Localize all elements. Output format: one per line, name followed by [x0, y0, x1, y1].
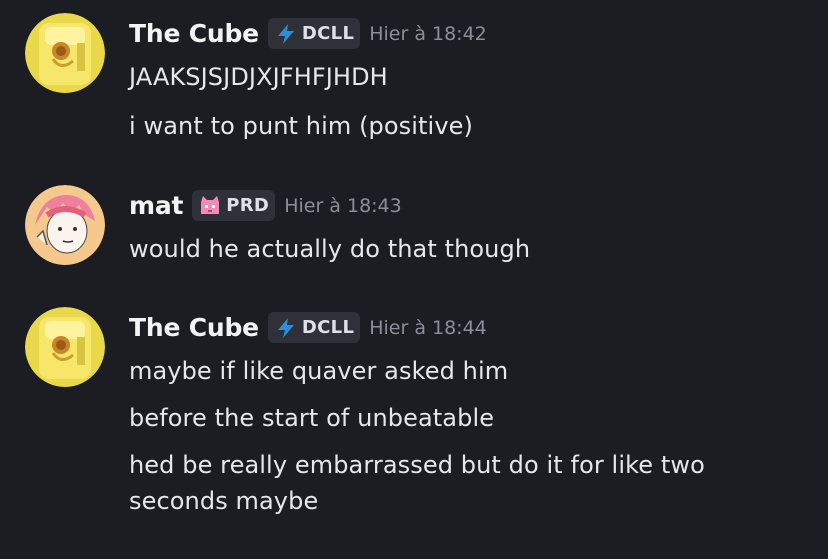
message-header: The Cube DCLL Hier à 18:42: [129, 18, 487, 49]
chat-message-list: The Cube DCLL Hier à 18:42 JAAKSJSJDJXJF…: [0, 0, 828, 559]
cube-avatar-icon: [25, 13, 105, 93]
username[interactable]: mat: [129, 191, 183, 220]
message-header: The Cube DCLL Hier à 18:44: [129, 312, 487, 343]
timestamp: Hier à 18:42: [369, 22, 487, 45]
message-text: before the start of unbeatable: [129, 404, 495, 432]
pink-cat-icon: [198, 194, 222, 218]
mat-avatar-icon: [25, 185, 105, 265]
avatar[interactable]: [25, 307, 105, 387]
message-header: mat PRD Hier à 18:43: [129, 190, 402, 221]
lightning-icon: [274, 22, 298, 46]
lightning-icon: [274, 316, 298, 340]
server-tag-label: DCLL: [301, 317, 355, 338]
server-tag[interactable]: PRD: [192, 190, 276, 221]
message-text: would he actually do that though: [129, 235, 531, 263]
avatar[interactable]: [25, 185, 105, 265]
message-text: maybe if like quaver asked him: [129, 357, 509, 385]
username[interactable]: The Cube: [129, 19, 259, 48]
server-tag[interactable]: DCLL: [267, 312, 361, 343]
cube-avatar-icon: [25, 307, 105, 387]
server-tag-label: PRD: [226, 195, 270, 216]
message-text: JAAKSJSJDJXJFHFJHDH: [129, 63, 388, 91]
server-tag[interactable]: DCLL: [267, 18, 361, 49]
message-text: i want to punt him (positive): [129, 112, 473, 140]
message-text: hed be really embarrassed but do it for …: [129, 451, 705, 515]
username[interactable]: The Cube: [129, 313, 259, 342]
timestamp: Hier à 18:43: [284, 194, 402, 217]
server-tag-label: DCLL: [301, 23, 355, 44]
avatar[interactable]: [25, 13, 105, 93]
timestamp: Hier à 18:44: [369, 316, 487, 339]
